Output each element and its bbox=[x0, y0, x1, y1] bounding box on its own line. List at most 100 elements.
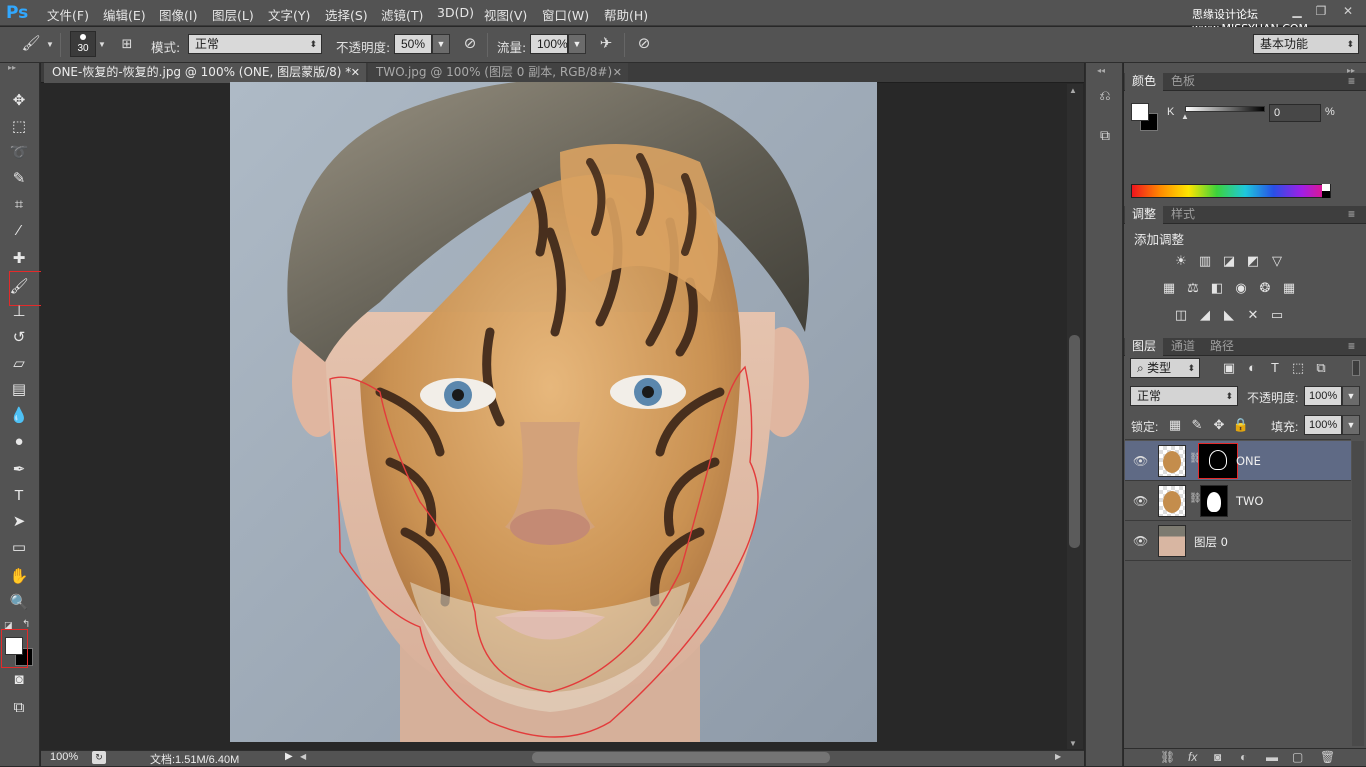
menu-3d[interactable]: 3D(D) bbox=[437, 5, 474, 20]
invert-icon[interactable]: ◫ bbox=[1172, 307, 1190, 323]
toolbox-collapse-icon[interactable]: ▸▸ bbox=[8, 64, 32, 72]
tab-adjustments[interactable]: 调整 bbox=[1125, 206, 1164, 224]
threshold-icon[interactable]: ◣ bbox=[1220, 307, 1238, 323]
clone-stamp-tool-icon[interactable]: ⊥ bbox=[6, 300, 32, 324]
foreground-color-swatch[interactable] bbox=[1131, 103, 1149, 121]
layer-opacity-input[interactable]: 100% bbox=[1304, 386, 1342, 406]
slider-handle-icon[interactable]: ▲ bbox=[1181, 112, 1189, 121]
filter-type-icon[interactable]: T bbox=[1266, 360, 1284, 376]
type-tool-icon[interactable]: T bbox=[6, 484, 32, 508]
panel-menu-icon[interactable]: ≡ bbox=[1348, 207, 1355, 221]
fx-icon[interactable]: fx bbox=[1188, 750, 1197, 764]
tab-one-document[interactable]: ONE-恢复的-恢复的.jpg @ 100% (ONE, 图层蒙版/8) * ✕ bbox=[44, 63, 366, 83]
tab-color[interactable]: 颜色 bbox=[1125, 73, 1164, 91]
photo-filter-icon[interactable]: ◉ bbox=[1232, 280, 1250, 296]
opacity-input[interactable]: 50% bbox=[394, 34, 432, 54]
layer-mask-thumbnail[interactable] bbox=[1200, 485, 1228, 517]
pressure-size-icon[interactable]: ⊘ bbox=[633, 33, 655, 55]
black-white-icon[interactable]: ◧ bbox=[1208, 280, 1226, 296]
blur-tool-icon[interactable]: 💧 bbox=[6, 404, 32, 428]
vertical-scrollbar-thumb[interactable] bbox=[1069, 335, 1080, 548]
k-slider[interactable] bbox=[1185, 106, 1265, 112]
menu-filter[interactable]: 滤镜(T) bbox=[381, 5, 423, 24]
flow-input[interactable]: 100% bbox=[530, 34, 568, 54]
adjustment-layer-icon[interactable]: ◐ bbox=[1240, 750, 1247, 764]
layers-scrollbar[interactable] bbox=[1352, 441, 1364, 746]
white-swatch[interactable] bbox=[1322, 184, 1330, 191]
color-spectrum-bar[interactable] bbox=[1131, 184, 1331, 198]
lock-transparent-icon[interactable]: ▦ bbox=[1166, 417, 1184, 433]
panel-menu-icon[interactable]: ≡ bbox=[1348, 74, 1355, 88]
lock-all-icon[interactable]: 🔒 bbox=[1232, 417, 1250, 433]
path-select-tool-icon[interactable]: ➤ bbox=[6, 510, 32, 534]
tab-styles[interactable]: 样式 bbox=[1164, 206, 1202, 224]
dodge-tool-icon[interactable]: ● bbox=[6, 430, 32, 454]
levels-icon[interactable]: ▥ bbox=[1196, 253, 1214, 269]
zoom-level[interactable]: 100% bbox=[50, 751, 78, 763]
hand-tool-icon[interactable]: ✋ bbox=[6, 565, 32, 589]
menu-edit[interactable]: 编辑(E) bbox=[103, 5, 146, 24]
quick-select-tool-icon[interactable]: ✎ bbox=[6, 167, 32, 191]
menu-view[interactable]: 视图(V) bbox=[484, 5, 527, 24]
menu-window[interactable]: 窗口(W) bbox=[542, 5, 589, 24]
tab-two-document[interactable]: TWO.jpg @ 100% (图层 0 副本, RGB/8#) * ✕ bbox=[368, 63, 628, 98]
add-mask-icon[interactable]: ◙ bbox=[1214, 750, 1221, 764]
close-icon[interactable]: ✕ bbox=[613, 63, 622, 82]
properties-panel-icon[interactable]: ⧉ bbox=[1095, 127, 1115, 147]
panel-menu-icon[interactable]: ≡ bbox=[1348, 339, 1355, 353]
selective-color-icon[interactable]: ✕ bbox=[1244, 307, 1262, 323]
eraser-tool-icon[interactable]: ▱ bbox=[6, 352, 32, 376]
hue-saturation-icon[interactable]: ▦ bbox=[1160, 280, 1178, 296]
airbrush-icon[interactable]: ✈ bbox=[595, 33, 617, 55]
blend-mode-select[interactable]: 正常 ⬍ bbox=[1130, 386, 1238, 406]
filter-smart-object-icon[interactable]: ⧉ bbox=[1312, 360, 1330, 376]
close-icon[interactable]: ✕ bbox=[351, 63, 360, 82]
chevron-down-icon[interactable]: ▼ bbox=[432, 34, 450, 54]
filter-adjustment-icon[interactable]: ◐ bbox=[1243, 360, 1261, 376]
chevron-down-icon[interactable]: ▼ bbox=[568, 34, 586, 54]
eye-icon[interactable]: 👁 bbox=[1133, 494, 1148, 508]
layer-mask-thumbnail[interactable] bbox=[1198, 443, 1238, 479]
fill-input[interactable]: 100% bbox=[1304, 415, 1342, 435]
lock-pixels-icon[interactable]: ✎ bbox=[1188, 417, 1206, 433]
horizontal-scrollbar-thumb[interactable] bbox=[532, 752, 830, 763]
black-swatch[interactable] bbox=[1322, 191, 1330, 198]
filter-toggle-switch[interactable] bbox=[1352, 360, 1360, 376]
brush-size-picker[interactable]: 30 bbox=[70, 31, 96, 57]
scroll-left-icon[interactable]: ◀ bbox=[300, 752, 306, 761]
filter-pixel-icon[interactable]: ▣ bbox=[1220, 360, 1238, 376]
chevron-down-icon[interactable]: ▼ bbox=[98, 40, 106, 49]
workspace-select[interactable]: 基本功能 ⬍ bbox=[1253, 34, 1359, 54]
tab-channels[interactable]: 通道 bbox=[1164, 338, 1202, 356]
marquee-tool-icon[interactable]: ⬚ bbox=[6, 115, 32, 139]
chevron-down-icon[interactable]: ▼ bbox=[1342, 386, 1360, 406]
tab-layers[interactable]: 图层 bbox=[1125, 338, 1164, 356]
rectangle-tool-icon[interactable]: ▭ bbox=[6, 536, 32, 560]
tab-paths[interactable]: 路径 bbox=[1203, 338, 1241, 356]
minimize-icon[interactable]: ▁ bbox=[1287, 2, 1307, 20]
curves-icon[interactable]: ◪ bbox=[1220, 253, 1238, 269]
healing-brush-tool-icon[interactable]: ✚ bbox=[6, 247, 32, 271]
eye-icon[interactable]: 👁 bbox=[1133, 454, 1148, 468]
move-tool-icon[interactable]: ✥ bbox=[6, 89, 32, 113]
brightness-icon[interactable]: ☀ bbox=[1172, 253, 1190, 269]
layer-row-0[interactable]: 👁 图层 0 bbox=[1125, 521, 1351, 561]
gradient-map-icon[interactable]: ▭ bbox=[1268, 307, 1286, 323]
menu-layer[interactable]: 图层(L) bbox=[212, 5, 254, 24]
brush-preset-icon[interactable]: 🖌 bbox=[20, 33, 42, 55]
status-menu-icon[interactable]: ▶ bbox=[285, 751, 293, 762]
vibrance-icon[interactable]: ▽ bbox=[1268, 253, 1286, 269]
posterize-icon[interactable]: ◢ bbox=[1196, 307, 1214, 323]
scroll-right-icon[interactable]: ▶ bbox=[1055, 752, 1061, 761]
pressure-opacity-icon[interactable]: ⊘ bbox=[459, 33, 481, 55]
scroll-up-icon[interactable]: ▲ bbox=[1069, 86, 1077, 95]
layer-filter-select[interactable]: ⌕ 类型 ⬍ bbox=[1130, 358, 1200, 378]
filter-shape-icon[interactable]: ⬚ bbox=[1289, 360, 1307, 376]
lock-position-icon[interactable]: ✥ bbox=[1210, 417, 1228, 433]
collapse-panels-icon[interactable]: ◂◂ bbox=[1097, 66, 1105, 75]
eyedropper-tool-icon[interactable]: ⁄ bbox=[6, 219, 32, 243]
close-icon[interactable]: ✕ bbox=[1336, 2, 1360, 20]
scroll-down-icon[interactable]: ▼ bbox=[1069, 739, 1077, 748]
layer-row-two[interactable]: 👁 ⛓ TWO bbox=[1125, 481, 1351, 521]
link-layers-icon[interactable]: ⛓ bbox=[1160, 750, 1175, 764]
